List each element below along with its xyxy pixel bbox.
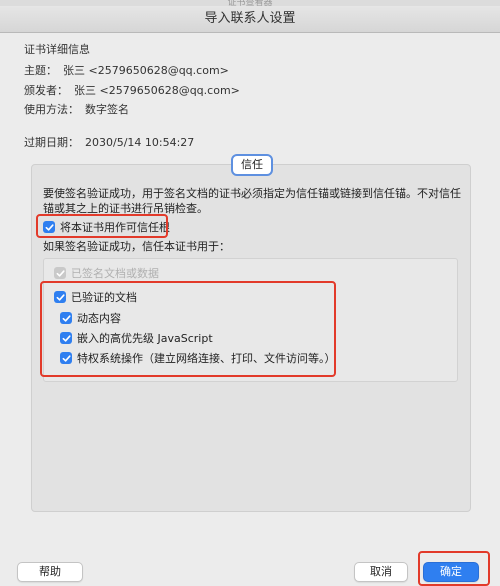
checkmark-icon — [45, 223, 54, 231]
privileged-ops-checkbox[interactable] — [60, 352, 72, 364]
trusted-root-checkbox[interactable] — [43, 221, 55, 233]
cancel-button[interactable]: 取消 — [354, 562, 408, 582]
help-button[interactable]: 帮助 — [17, 562, 83, 582]
expiry-value: 2030/5/14 10:54:27 — [85, 136, 195, 149]
trusted-root-label: 将本证书用作可信任根 — [60, 221, 170, 234]
checkmark-icon — [62, 314, 71, 322]
trust-description: 要使签名验证成功，用于签名文档的证书必须指定为信任锚或链接到信任锚。不对信任锚或… — [43, 187, 461, 215]
tab-trust[interactable]: 信任 — [231, 154, 273, 176]
certified-docs-checkbox[interactable] — [54, 291, 66, 303]
usage-value: 数字签名 — [85, 103, 129, 116]
javascript-checkbox[interactable] — [60, 332, 72, 344]
dialog-title: 导入联系人设置 — [0, 6, 500, 33]
usage-field: 使用方法： 数字签名 — [24, 101, 129, 117]
dynamic-content-checkbox-row[interactable]: 动态内容 — [60, 310, 121, 326]
trust-usage-subtitle: 如果签名验证成功，信任本证书用于： — [43, 240, 230, 253]
dynamic-content-checkbox[interactable] — [60, 312, 72, 324]
issuer-label: 颁发者： — [24, 84, 68, 97]
subject-field: 主题： 张三 <2579650628@qq.com> — [24, 62, 229, 78]
checkmark-icon — [62, 334, 71, 342]
dynamic-content-label: 动态内容 — [77, 312, 121, 325]
signed-docs-label: 已签名文档或数据 — [71, 267, 159, 280]
subject-value: 张三 <2579650628@qq.com> — [63, 64, 229, 77]
certified-docs-label: 已验证的文档 — [71, 291, 137, 304]
ok-button[interactable]: 确定 — [423, 562, 479, 582]
privileged-ops-label: 特权系统操作（建立网络连接、打印、文件访问等。） — [77, 352, 336, 365]
javascript-checkbox-row[interactable]: 嵌入的高优先级 JavaScript — [60, 330, 213, 346]
issuer-value: 张三 <2579650628@qq.com> — [74, 84, 240, 97]
signed-docs-checkbox — [54, 267, 66, 279]
expiry-label: 过期日期： — [24, 136, 79, 149]
privileged-ops-checkbox-row[interactable]: 特权系统操作（建立网络连接、打印、文件访问等。） — [60, 350, 336, 366]
trusted-root-checkbox-row[interactable]: 将本证书用作可信任根 — [43, 219, 170, 235]
usage-label: 使用方法： — [24, 103, 79, 116]
javascript-label: 嵌入的高优先级 JavaScript — [77, 332, 213, 345]
expiry-field: 过期日期： 2030/5/14 10:54:27 — [24, 134, 194, 150]
details-section-title: 证书详细信息 — [24, 43, 90, 56]
checkmark-icon — [56, 269, 65, 277]
issuer-field: 颁发者： 张三 <2579650628@qq.com> — [24, 82, 240, 98]
subject-label: 主题： — [24, 64, 57, 77]
checkmark-icon — [56, 293, 65, 301]
certified-docs-checkbox-row[interactable]: 已验证的文档 — [54, 289, 137, 305]
signed-docs-checkbox-row: 已签名文档或数据 — [54, 265, 159, 281]
checkmark-icon — [62, 354, 71, 362]
